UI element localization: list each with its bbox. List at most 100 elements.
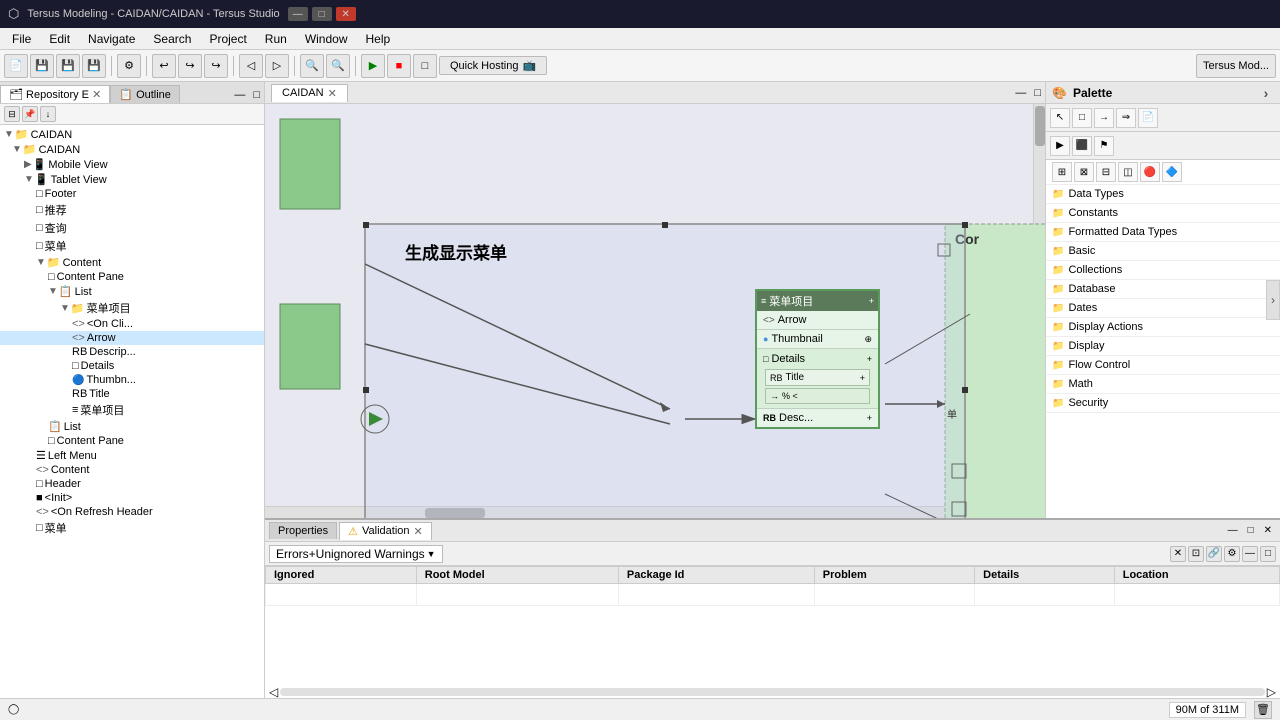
tree-collapse-all[interactable]: ⊟ <box>4 106 20 122</box>
palette-cat-datatypes[interactable]: 📁 Data Types <box>1046 185 1280 204</box>
menu-search[interactable]: Search <box>145 30 199 48</box>
menu-help[interactable]: Help <box>358 30 399 48</box>
title-subitem[interactable]: RB Title + <box>765 369 870 386</box>
status-icon-btn[interactable]: 🗑 <box>1254 701 1272 719</box>
tab-properties[interactable]: Properties <box>269 522 337 539</box>
toolbar-tersus-mod[interactable]: Tersus Mod... <box>1196 54 1276 78</box>
tab-caidan-close[interactable]: ✕ <box>328 87 337 100</box>
tree-item-descrip[interactable]: RB Descrip... <box>0 345 264 359</box>
tab-validation[interactable]: ⚠ Validation ✕ <box>339 522 432 540</box>
palette-cat-displayactions[interactable]: 📁 Display Actions <box>1046 318 1280 337</box>
palette-right-collapse[interactable]: › <box>1266 280 1280 320</box>
palette-flag[interactable]: ⚑ <box>1094 136 1114 156</box>
palette-cat-basic[interactable]: 📁 Basic <box>1046 242 1280 261</box>
bottom-hscroll[interactable]: ◁ ▷ <box>265 686 1280 698</box>
toolbar-redo[interactable]: ↪ <box>178 54 202 78</box>
tree-item-footer[interactable]: □ Footer <box>0 187 264 201</box>
tree-item-content[interactable]: ▼ 📁 Content <box>0 255 264 270</box>
palette-cat-display[interactable]: 📁 Display <box>1046 337 1280 356</box>
menu-project[interactable]: Project <box>201 30 254 48</box>
menu-run[interactable]: Run <box>257 30 295 48</box>
tree-item-caidan3[interactable]: □ 菜单 <box>0 237 264 255</box>
palette-cat-math[interactable]: 📁 Math <box>1046 375 1280 394</box>
toolbar-run[interactable]: ▶ <box>361 54 385 78</box>
col-location[interactable]: Location <box>1114 567 1279 584</box>
palette-cat-dates[interactable]: 📁 Dates <box>1046 299 1280 318</box>
tree-item-contentpane[interactable]: □ Content Pane <box>0 270 264 284</box>
canvas-area[interactable]: Cor 生成显示菜单 <box>265 104 1045 518</box>
menu-file[interactable]: File <box>4 30 39 48</box>
palette-basic-3[interactable]: ⊟ <box>1096 162 1116 182</box>
palette-basic-5[interactable]: 🔴 <box>1140 162 1160 182</box>
tree-item-mobile[interactable]: ▶ 📱 Mobile View <box>0 157 264 172</box>
tree-item-chaxun[interactable]: □ 查询 <box>0 219 264 237</box>
toolbar-redo2[interactable]: ↪ <box>204 54 228 78</box>
palette-cat-security[interactable]: 📁 Security <box>1046 394 1280 413</box>
palette-start[interactable]: ▶ <box>1050 136 1070 156</box>
editor-tab-caidan[interactable]: CAIDAN ✕ <box>271 84 348 102</box>
col-problem[interactable]: Problem <box>814 567 974 584</box>
palette-basic-2[interactable]: ⊠ <box>1074 162 1094 182</box>
toolbar-zoomin[interactable]: 🔍 <box>300 54 324 78</box>
filter-dropdown[interactable]: Errors+Unignored Warnings ▼ <box>269 545 443 563</box>
editor-minimize[interactable]: — <box>1011 85 1030 101</box>
bottom-expand-btn[interactable]: — <box>1242 546 1258 562</box>
bottom-minimize[interactable]: — <box>1224 523 1242 538</box>
toolbar-undo[interactable]: ↩ <box>152 54 176 78</box>
palette-cat-constants[interactable]: 📁 Constants <box>1046 204 1280 223</box>
col-packageid[interactable]: Package Id <box>618 567 814 584</box>
palette-collapse[interactable]: › <box>1258 85 1274 101</box>
toolbar-new[interactable]: 📄 <box>4 54 28 78</box>
validation-tab-close[interactable]: ✕ <box>414 525 423 538</box>
col-ignored[interactable]: Ignored <box>266 567 417 584</box>
tree-item-list[interactable]: ▼ 📋 List <box>0 284 264 299</box>
palette-cat-database[interactable]: 📁 Database <box>1046 280 1280 299</box>
bottom-settings-btn[interactable]: ⚙ <box>1224 546 1240 562</box>
palette-arrow[interactable]: → <box>1094 108 1114 128</box>
toolbar-zoomout[interactable]: 🔍 <box>326 54 350 78</box>
minimize-button[interactable]: — <box>288 7 308 21</box>
palette-rect[interactable]: □ <box>1072 108 1092 128</box>
tree-item-onrefresh[interactable]: <> <On Refresh Header <box>0 505 264 519</box>
scroll-left-btn[interactable]: ◁ <box>269 685 278 698</box>
scroll-right-btn[interactable]: ▷ <box>1267 685 1276 698</box>
menu-item-box[interactable]: ≡ 菜单项目 + <> Arrow <box>755 289 880 429</box>
close-button[interactable]: ✕ <box>336 7 356 21</box>
panel-maximize[interactable]: □ <box>249 87 264 103</box>
bottom-close[interactable]: ✕ <box>1260 523 1276 538</box>
tree-pin[interactable]: 📌 <box>22 106 38 122</box>
tree-item-tuijian[interactable]: □ 推荐 <box>0 201 264 219</box>
toolbar-save[interactable]: 💾 <box>30 54 54 78</box>
tree-item-init[interactable]: ■ <Init> <box>0 491 264 505</box>
tree-item-details[interactable]: □ Details <box>0 359 264 373</box>
menu-edit[interactable]: Edit <box>41 30 78 48</box>
toolbar-save2[interactable]: 💾 <box>56 54 80 78</box>
tree-item-tablet[interactable]: ▼ 📱 Tablet View <box>0 172 264 187</box>
tree-item-thumb[interactable]: 🔵 Thumbn... <box>0 373 264 387</box>
tree-item-title[interactable]: RB Title <box>0 387 264 401</box>
menu-window[interactable]: Window <box>297 30 356 48</box>
menu-navigate[interactable]: Navigate <box>80 30 143 48</box>
tab-repository[interactable]: 🗂 Repository E ✕ <box>0 85 110 103</box>
palette-end[interactable]: ⬛ <box>1072 136 1092 156</box>
toolbar-stop[interactable]: ■ <box>387 54 411 78</box>
tab-outline[interactable]: 📋 Outline <box>110 85 180 103</box>
palette-arrow2[interactable]: ⇒ <box>1116 108 1136 128</box>
tree-item-contentpane2[interactable]: □ Content Pane <box>0 434 264 448</box>
palette-cat-flowcontrol[interactable]: 📁 Flow Control <box>1046 356 1280 375</box>
menu-arrow-item[interactable]: <> Arrow <box>757 311 878 330</box>
bottom-link-btn[interactable]: 🔗 <box>1206 546 1222 562</box>
bottom-minimize-btn[interactable]: ⊡ <box>1188 546 1204 562</box>
palette-basic-1[interactable]: ⊞ <box>1052 162 1072 182</box>
tree-item-arrow[interactable]: <> Arrow <box>0 331 264 345</box>
bottom-restore-btn[interactable]: □ <box>1260 546 1276 562</box>
toolbar-prev[interactable]: ◁ <box>239 54 263 78</box>
tab-repo-close[interactable]: ✕ <box>92 89 101 101</box>
menu-desc-item[interactable]: RB Desc... + <box>757 409 878 427</box>
tree-container[interactable]: ▼ 📁 CAIDAN ▼ 📁 CAIDAN ▶ <box>0 125 264 698</box>
palette-cat-collections[interactable]: 📁 Collections <box>1046 261 1280 280</box>
palette-note[interactable]: 📄 <box>1138 108 1158 128</box>
palette-cat-formatteddatatypes[interactable]: 📁 Formatted Data Types <box>1046 223 1280 242</box>
bottom-close-btn[interactable]: ✕ <box>1170 546 1186 562</box>
toolbar-next[interactable]: ▷ <box>265 54 289 78</box>
